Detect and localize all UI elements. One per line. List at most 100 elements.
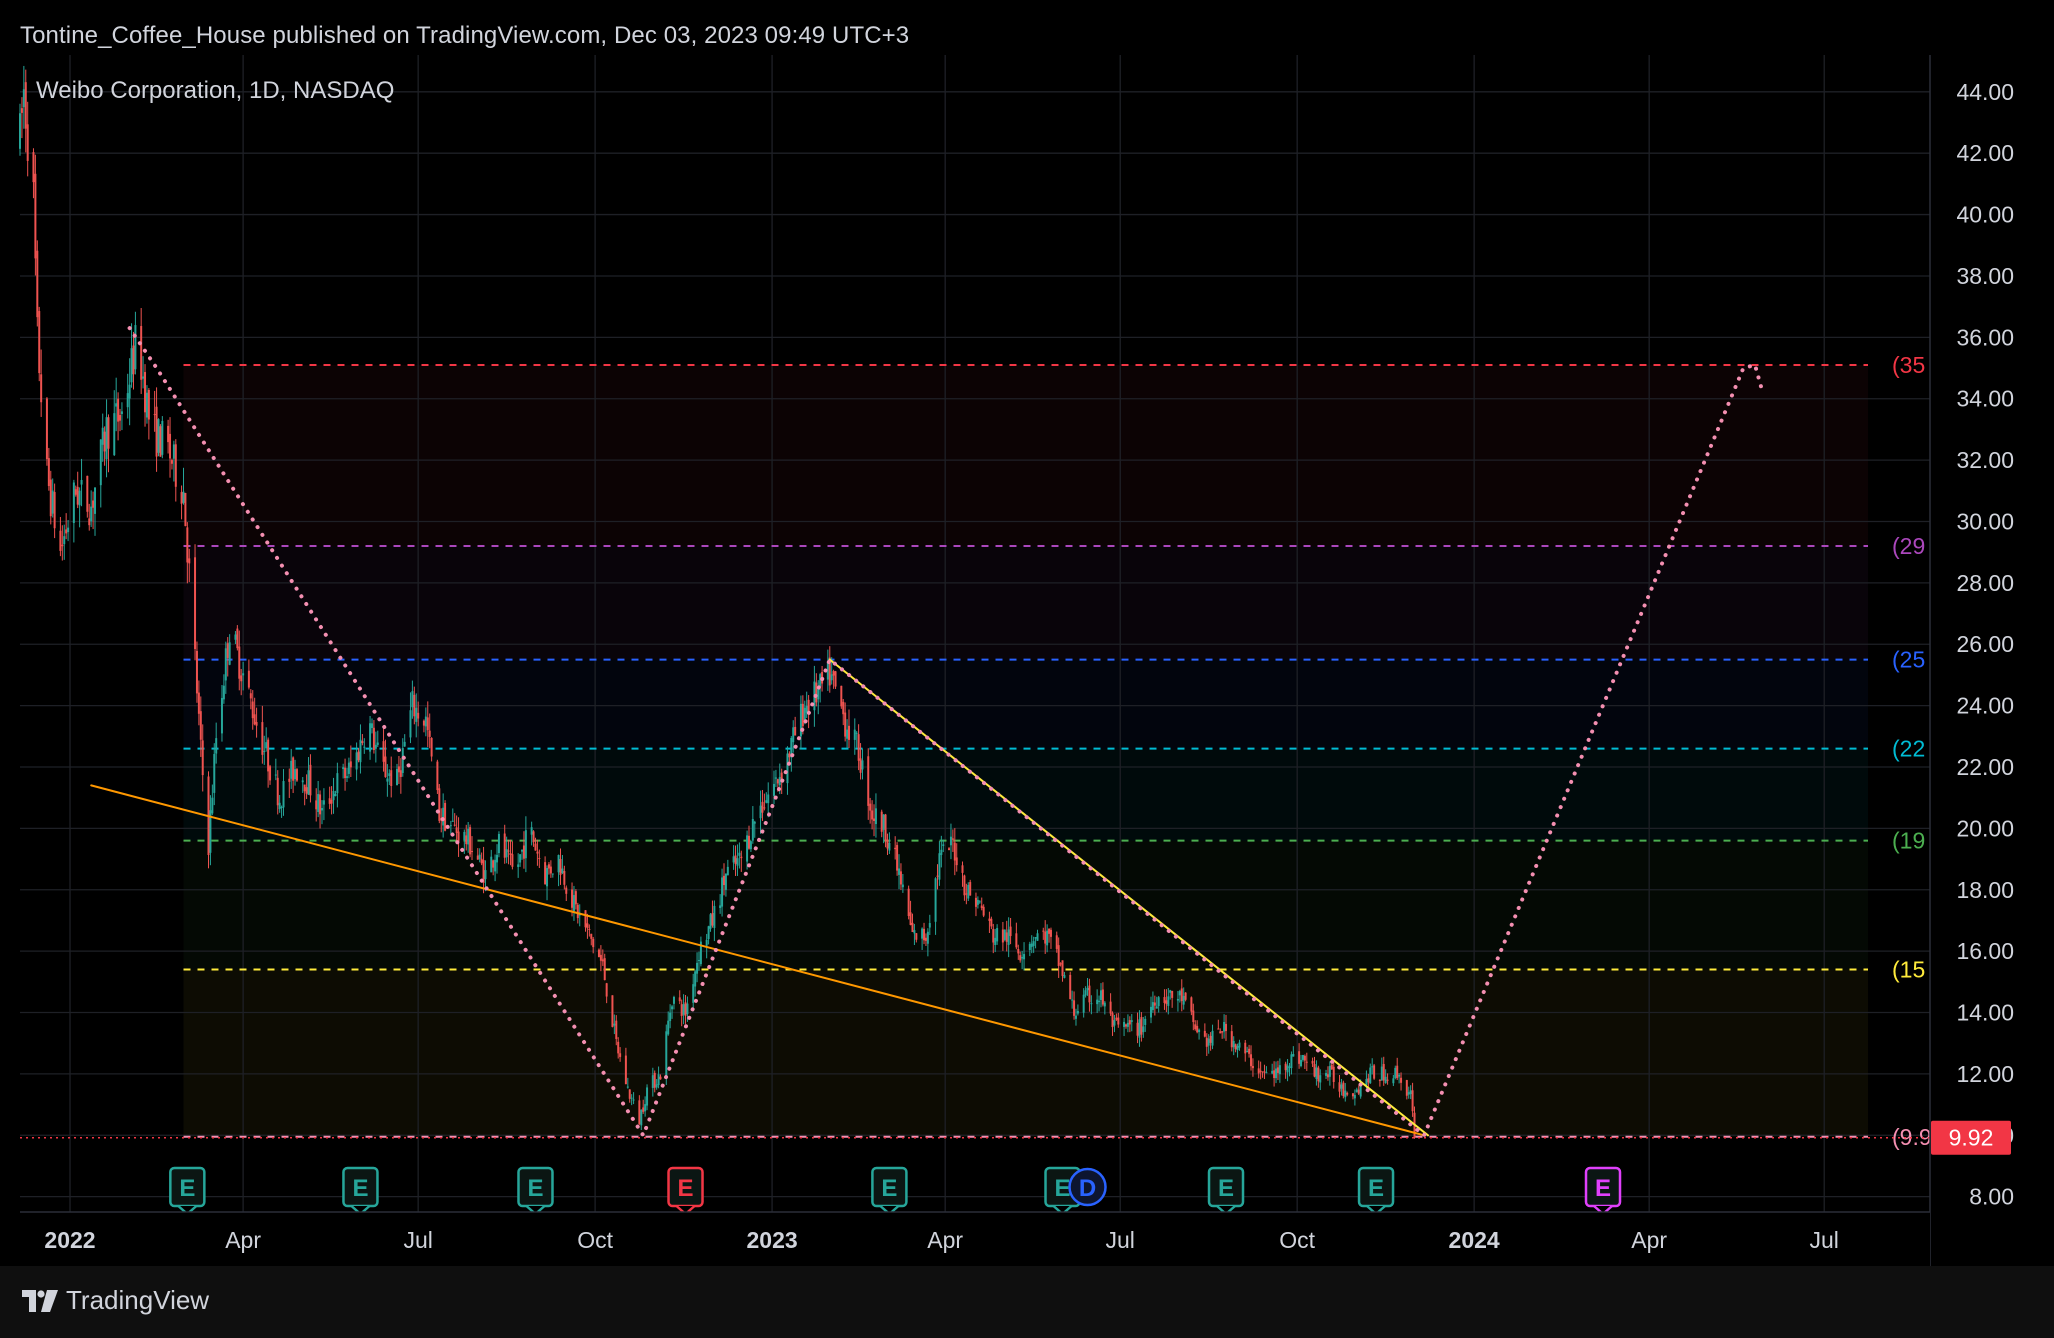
candle-body bbox=[1373, 1065, 1376, 1079]
candle-body bbox=[867, 756, 870, 806]
candle-body bbox=[1338, 1082, 1341, 1092]
candle-body bbox=[574, 891, 577, 905]
candle-body bbox=[948, 848, 951, 851]
candle-body bbox=[65, 529, 68, 534]
candle-body bbox=[803, 707, 806, 721]
chart-canvas[interactable]: (35(29(25(22(19(15(9.9 EEEEEEDEEE 44.004… bbox=[0, 0, 2054, 1266]
candle-body bbox=[355, 752, 358, 770]
candle-body bbox=[1151, 1002, 1154, 1011]
candle-body bbox=[1023, 954, 1026, 960]
level-label: (15 bbox=[1892, 957, 1925, 983]
candle-body bbox=[409, 710, 412, 738]
candle-body bbox=[940, 849, 943, 855]
candle-body bbox=[1030, 943, 1033, 947]
candle-body bbox=[342, 767, 345, 770]
candle-body bbox=[869, 803, 872, 811]
candle-body bbox=[315, 800, 318, 810]
candle-body bbox=[1298, 1051, 1301, 1064]
candle-body bbox=[886, 839, 889, 849]
candle-body bbox=[519, 854, 522, 863]
candle-body bbox=[1205, 1037, 1208, 1047]
candle-body bbox=[1194, 1024, 1197, 1030]
candle-body bbox=[288, 778, 291, 782]
time-axis[interactable]: 2022 Apr Jul Oct 2023 Apr Jul Oct 2024 Apr Jul bbox=[20, 1211, 1930, 1266]
candle-body bbox=[1340, 1084, 1343, 1089]
candle-body bbox=[476, 855, 479, 860]
candle-body bbox=[1086, 987, 1089, 991]
price-axis[interactable]: 44.00 42.00 40.00 38.00 36.00 34.00 32.00 30.00… bbox=[1929, 55, 2054, 1266]
candle-body bbox=[561, 868, 564, 874]
candle-body bbox=[1261, 1071, 1264, 1073]
candle-body bbox=[263, 750, 266, 752]
candle-body bbox=[719, 905, 722, 909]
candle-body bbox=[428, 730, 431, 737]
tradingview-logo-icon bbox=[22, 1289, 58, 1312]
candle-body bbox=[921, 928, 924, 939]
candle-body bbox=[99, 439, 102, 486]
candle-body bbox=[301, 780, 304, 783]
level-zone bbox=[183, 969, 1868, 1137]
candle-body bbox=[738, 852, 741, 856]
candle-body bbox=[1378, 1079, 1381, 1081]
candle-body bbox=[267, 739, 270, 772]
level-zones bbox=[183, 364, 1868, 1137]
candle-body bbox=[1342, 1082, 1345, 1096]
tradingview-logo[interactable]: TradingView bbox=[22, 1285, 209, 1316]
candle-body bbox=[667, 1020, 670, 1035]
candle-body bbox=[605, 983, 608, 997]
candle-body bbox=[642, 1107, 645, 1112]
candle-body bbox=[599, 954, 602, 961]
candle-body bbox=[559, 859, 562, 875]
candle-body bbox=[842, 701, 845, 715]
candle-body bbox=[592, 938, 595, 948]
candle-body bbox=[1369, 1067, 1372, 1084]
candle-body bbox=[294, 769, 297, 780]
candle-body bbox=[169, 433, 172, 459]
candle-body bbox=[1115, 1017, 1118, 1020]
candle-body bbox=[424, 716, 427, 727]
candle-body bbox=[238, 646, 241, 679]
candle-body bbox=[128, 384, 131, 399]
candle-body bbox=[101, 427, 104, 445]
candle-body bbox=[753, 821, 756, 824]
price-tick-label: 28.00 bbox=[1956, 570, 2014, 596]
candle-body bbox=[624, 1055, 627, 1085]
candle-body bbox=[1263, 1071, 1266, 1073]
price-tick-label: 14.00 bbox=[1956, 1000, 2014, 1026]
candle-body bbox=[334, 794, 337, 797]
price-tick-label: 30.00 bbox=[1956, 508, 2014, 534]
candle-body bbox=[551, 873, 554, 875]
candle-body bbox=[1271, 1070, 1274, 1074]
candle-body bbox=[880, 811, 883, 832]
candle-body bbox=[588, 928, 591, 930]
price-tick-label: 26.00 bbox=[1956, 631, 2014, 657]
candle-body bbox=[711, 913, 714, 926]
candle-body bbox=[222, 685, 225, 700]
candle-body bbox=[1344, 1090, 1347, 1098]
candle-body bbox=[590, 933, 593, 939]
candle-body bbox=[403, 741, 406, 747]
candle-body bbox=[1073, 1000, 1076, 1016]
level-label: (22 bbox=[1892, 736, 1925, 762]
candle-body bbox=[390, 770, 393, 786]
candle-body bbox=[1182, 995, 1185, 1005]
candle-body bbox=[1411, 1090, 1414, 1112]
candle-body bbox=[1230, 1031, 1233, 1048]
candle-body bbox=[669, 1012, 672, 1022]
candle-body bbox=[36, 250, 39, 318]
candle-body bbox=[1123, 1021, 1126, 1027]
candle-body bbox=[322, 800, 325, 805]
last-price-label: 9.92 bbox=[1949, 1125, 1994, 1151]
candle-body bbox=[721, 877, 724, 907]
candle-body bbox=[978, 901, 981, 903]
candle-body bbox=[924, 937, 927, 941]
candle-body bbox=[61, 544, 64, 547]
candle-body bbox=[1044, 931, 1047, 944]
candle-body bbox=[51, 490, 54, 514]
level-label: (35 bbox=[1892, 352, 1925, 378]
candle-body bbox=[59, 530, 62, 551]
event-label: E bbox=[1218, 1175, 1234, 1202]
candle-body bbox=[359, 739, 362, 763]
candle-body bbox=[463, 831, 466, 841]
candle-body bbox=[1223, 1022, 1226, 1032]
